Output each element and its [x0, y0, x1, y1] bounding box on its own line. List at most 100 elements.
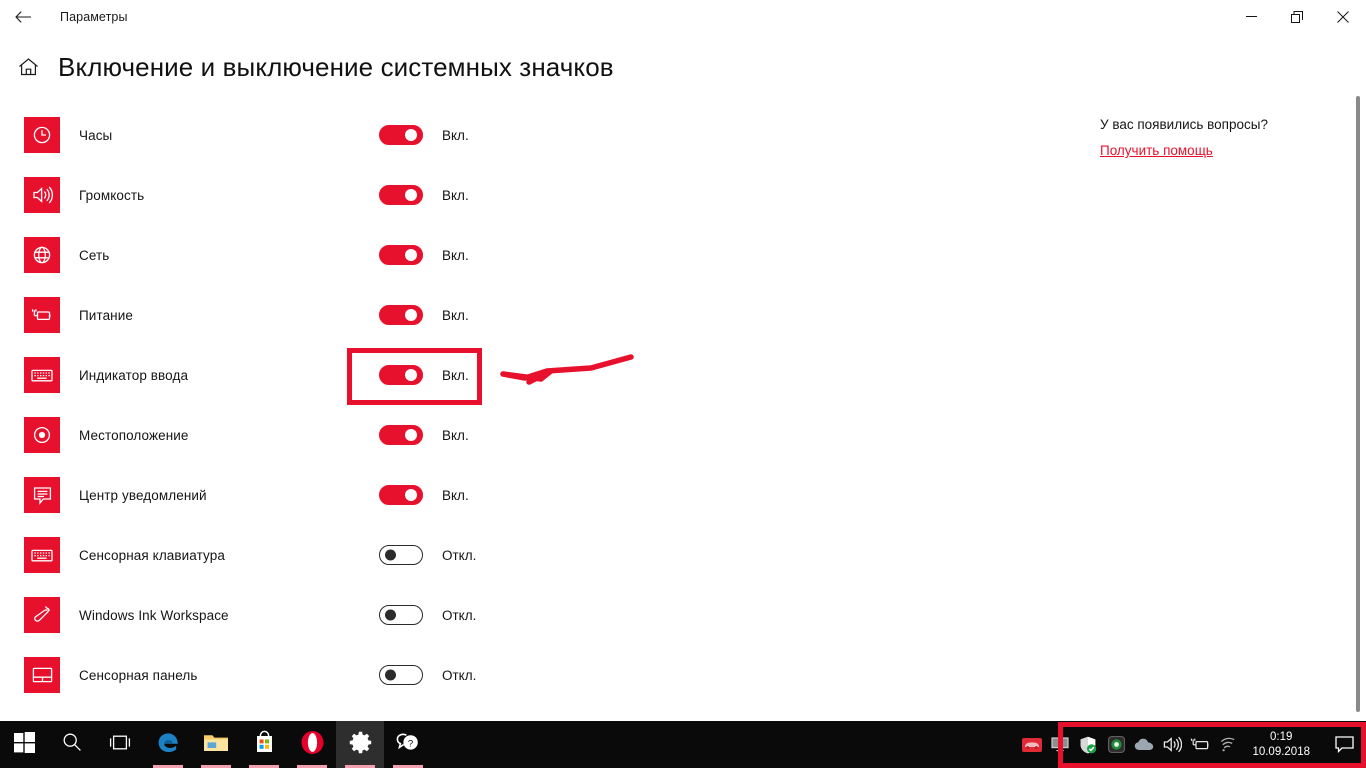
touch-keyboard-icon	[24, 537, 60, 573]
toggle-group: Откл.	[379, 645, 476, 705]
display-monitor-icon[interactable]	[1046, 721, 1074, 768]
toggle-switch[interactable]	[379, 305, 423, 325]
home-icon[interactable]	[0, 57, 48, 77]
toggle-switch[interactable]	[379, 605, 423, 625]
toggle-switch[interactable]	[379, 665, 423, 685]
svg-text:?: ?	[408, 738, 413, 749]
list-item-label: Питание	[79, 307, 133, 323]
clock-date: 10.09.2018	[1252, 745, 1310, 758]
get-help-link[interactable]: Получить помощь	[1100, 143, 1213, 158]
back-button[interactable]	[0, 1, 46, 33]
toggle-switch[interactable]	[379, 125, 423, 145]
list-item-label: Громкость	[79, 187, 145, 203]
taskbar-buttons: ?	[0, 721, 432, 768]
list-item-label: Индикатор ввода	[79, 367, 189, 383]
store-button[interactable]	[240, 721, 288, 768]
search-button[interactable]	[48, 721, 96, 768]
defender-shield-icon[interactable]	[1074, 721, 1102, 768]
page-header: Включение и выключение системных значков	[0, 50, 1366, 84]
toggle-state-label: Вкл.	[442, 487, 469, 503]
touchpad-icon	[24, 657, 60, 693]
list-item-label: Сенсорная панель	[79, 667, 198, 683]
toggle-group: Вкл.	[379, 225, 469, 285]
help-app-button[interactable]: ?	[384, 721, 432, 768]
system-tray	[1010, 721, 1242, 768]
toggle-group: Вкл.	[379, 345, 469, 405]
toggle-group: Вкл.	[379, 405, 469, 465]
list-item: Местоположение Вкл.	[0, 405, 1040, 465]
windows-logo-icon	[13, 731, 35, 758]
opera-button[interactable]	[288, 721, 336, 768]
page-title: Включение и выключение системных значков	[58, 52, 614, 82]
toggle-group: Откл.	[379, 585, 476, 645]
toggle-knob	[405, 429, 417, 441]
onedrive-cloud-icon[interactable]	[1130, 721, 1158, 768]
action-center-button[interactable]	[1322, 721, 1366, 768]
gear-icon	[349, 731, 372, 759]
help-question: У вас появились вопросы?	[1100, 117, 1268, 132]
toggle-state-label: Вкл.	[442, 367, 469, 383]
list-item-label: Windows Ink Workspace	[79, 607, 229, 623]
toggle-group: Откл.	[379, 525, 476, 585]
red-car-app-icon[interactable]	[1018, 721, 1046, 768]
toggle-switch[interactable]	[379, 245, 423, 265]
settings-button[interactable]	[336, 721, 384, 768]
toggle-state-label: Вкл.	[442, 307, 469, 323]
toggle-group: Вкл.	[379, 285, 469, 345]
toggle-knob	[385, 669, 396, 681]
toggle-knob	[405, 489, 417, 501]
scrollbar-thumb[interactable]	[1356, 96, 1360, 712]
battery-icon[interactable]	[1186, 721, 1214, 768]
toggle-switch[interactable]	[379, 485, 423, 505]
toggle-switch[interactable]	[379, 545, 423, 565]
toggle-group: Вкл.	[379, 165, 469, 225]
vertical-scrollbar[interactable]	[1356, 96, 1360, 712]
action-center-icon	[24, 477, 60, 513]
webcam-icon[interactable]	[1102, 721, 1130, 768]
close-button[interactable]	[1320, 1, 1366, 33]
restore-button[interactable]	[1274, 1, 1320, 33]
volume-icon[interactable]	[1158, 721, 1186, 768]
pen-icon	[24, 597, 60, 633]
volume-icon	[24, 177, 60, 213]
task-view-icon	[109, 733, 131, 757]
clock-time: 0:19	[1270, 730, 1293, 743]
edge-button[interactable]	[144, 721, 192, 768]
start-button[interactable]	[0, 721, 48, 768]
opera-icon	[300, 730, 325, 760]
taskbar: ? 0:19 10.09.2018	[0, 721, 1366, 768]
list-item-label: Местоположение	[79, 427, 189, 443]
settings-window: Параметры Включение и выключение системн…	[0, 0, 1366, 768]
toggle-state-label: Вкл.	[442, 247, 469, 263]
taskbar-clock[interactable]: 0:19 10.09.2018	[1242, 721, 1322, 768]
toggle-state-label: Откл.	[442, 607, 477, 623]
toggle-knob	[385, 549, 396, 561]
toggle-group: Вкл.	[379, 465, 469, 525]
toggle-knob	[405, 309, 417, 321]
network-icon	[24, 237, 60, 273]
list-item-label: Часы	[79, 127, 113, 143]
clock-icon	[24, 117, 60, 153]
toggle-switch[interactable]	[379, 185, 423, 205]
list-item: Центр уведомлений Вкл.	[0, 465, 1040, 525]
store-icon	[253, 730, 276, 759]
folder-icon	[203, 732, 229, 758]
list-item: Индикатор ввода Вкл.	[0, 345, 1040, 405]
toggle-switch[interactable]	[379, 365, 423, 385]
system-icons-list: Часы Вкл. Громкость Вкл. Сеть Вкл. Питан…	[0, 105, 1040, 705]
window-title: Параметры	[60, 9, 128, 24]
toggle-knob	[405, 369, 417, 381]
toggle-knob	[385, 609, 396, 621]
list-item: Громкость Вкл.	[0, 165, 1040, 225]
list-item: Сенсорная панель Откл.	[0, 645, 1040, 705]
toggle-switch[interactable]	[379, 425, 423, 445]
explorer-button[interactable]	[192, 721, 240, 768]
toggle-state-label: Вкл.	[442, 187, 469, 203]
task-view-button[interactable]	[96, 721, 144, 768]
edge-icon	[156, 730, 181, 760]
wifi-icon[interactable]	[1214, 721, 1242, 768]
search-icon	[62, 732, 82, 757]
list-item-label: Сеть	[79, 247, 110, 263]
help-panel: У вас появились вопросы? Получить помощь	[1100, 117, 1350, 160]
minimize-button[interactable]	[1228, 1, 1274, 33]
